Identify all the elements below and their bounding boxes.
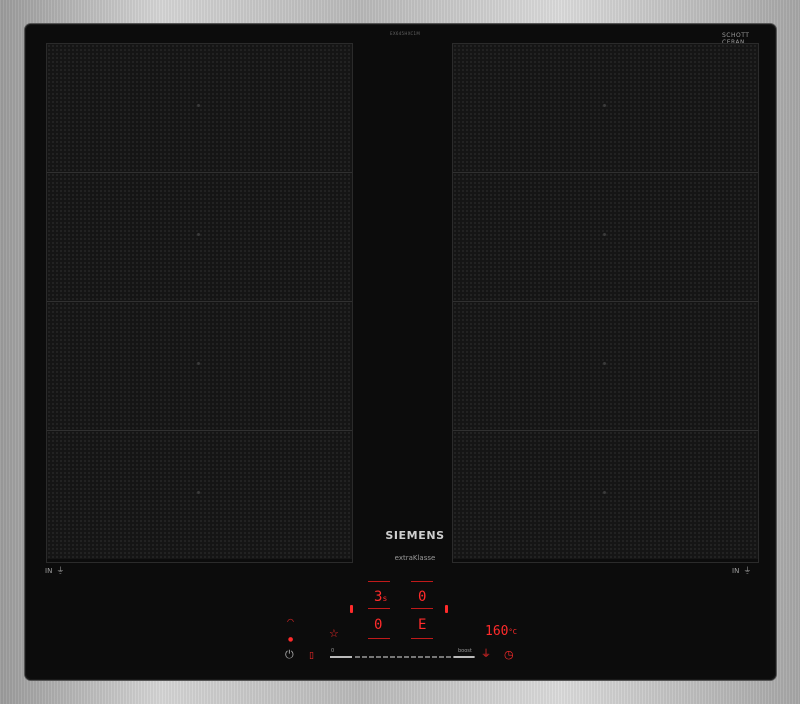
right-zone-label: IN ⏚ [732, 565, 751, 576]
cooktop-glass: EX645HXC1M SCHOTT CERAN SIEMENS extraKla… [25, 24, 776, 680]
zone-segment[interactable] [453, 173, 758, 302]
power-suffix: s [382, 594, 388, 603]
wifi-icon[interactable]: ◠ [287, 617, 294, 627]
lower-left-zone-display[interactable]: 0 [374, 618, 382, 632]
lower-right-zone-display[interactable]: E [418, 618, 426, 632]
zone-segment[interactable] [453, 431, 758, 559]
status-dot-icon: ● [288, 636, 294, 643]
temperature-value: 160 [485, 624, 509, 639]
slider-boost-segment[interactable] [454, 656, 474, 658]
zone-center-mark [197, 491, 200, 494]
in-text: IN [45, 567, 53, 575]
zone-segment[interactable] [47, 173, 352, 302]
left-zone-indicator [350, 605, 353, 613]
zone-segment[interactable] [47, 44, 352, 173]
brand-logo: SIEMENS [385, 529, 445, 542]
zone-segment[interactable] [453, 302, 758, 431]
zone-center-mark [603, 491, 606, 494]
zone-center-mark [197, 362, 200, 365]
model-code: EX645HXC1M [390, 31, 421, 36]
pan-icon: ⏚ [743, 566, 752, 575]
power-icon[interactable]: ⏻ [285, 649, 294, 660]
sub-brand: extraKlasse [394, 554, 436, 562]
schott-text: SCHOTT [722, 32, 750, 39]
zone-segment[interactable] [47, 302, 352, 431]
zone-select-line [411, 581, 433, 582]
upper-right-zone-display[interactable]: 0 [418, 590, 426, 604]
left-flex-zone[interactable] [46, 43, 353, 563]
zone-center-mark [197, 233, 200, 236]
lock-icon[interactable]: ▯ [309, 651, 314, 661]
slider-max-label: boost [458, 648, 472, 654]
zone-select-line [368, 638, 390, 639]
slider-min-label: 0 [331, 648, 335, 654]
zone-center-mark [603, 233, 606, 236]
right-flex-zone[interactable] [452, 43, 759, 563]
zone-select-line [411, 638, 433, 639]
zone-select-line [368, 581, 390, 582]
zone-segment[interactable] [453, 44, 758, 173]
temperature-display[interactable]: 160°C [485, 625, 517, 639]
upper-left-zone-display[interactable]: 3s [374, 590, 387, 606]
clock-icon[interactable]: ◷ [504, 649, 514, 660]
zone-center-mark [603, 362, 606, 365]
in-text: IN [732, 567, 740, 575]
left-zone-label: IN ⏚ [45, 565, 64, 576]
star-icon[interactable]: ☆ [329, 628, 339, 639]
temperature-unit: °C [508, 628, 517, 636]
zone-select-line [368, 608, 390, 609]
slider-start-segment[interactable] [330, 656, 352, 658]
zone-center-mark [603, 104, 606, 107]
right-zone-indicator [445, 605, 448, 613]
zone-center-mark [197, 104, 200, 107]
pan-icon: ⏚ [56, 566, 65, 575]
pan-icon[interactable]: ⏚ [481, 650, 491, 660]
zone-segment[interactable] [47, 431, 352, 559]
zone-select-line [411, 608, 433, 609]
